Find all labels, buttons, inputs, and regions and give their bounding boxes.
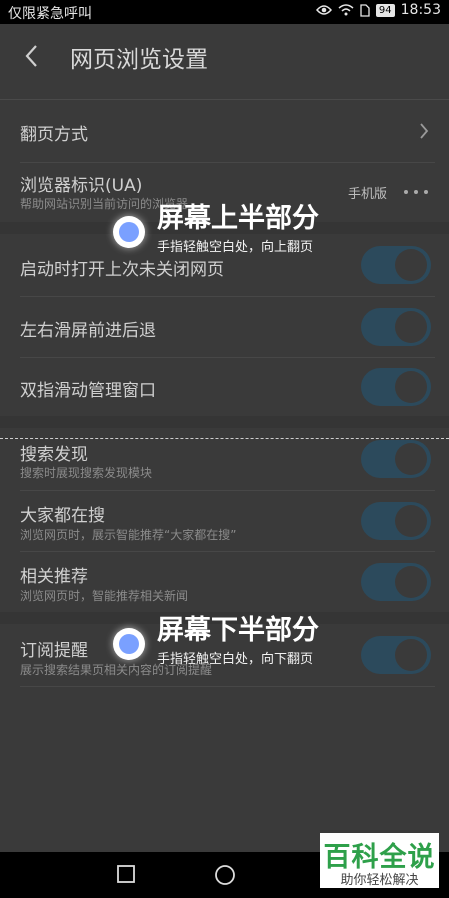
toggle-knob [395, 311, 427, 343]
section-gap [0, 416, 449, 428]
hint-subtitle: 手指轻触空白处，向上翻页 [157, 240, 314, 255]
search-discover-toggle[interactable] [361, 440, 431, 478]
setting-title: 订阅提醒 [20, 641, 88, 661]
restore-tabs-toggle[interactable] [361, 246, 431, 284]
setting-title: 翻页方式 [20, 125, 88, 145]
ua-value: 手机版 [347, 187, 387, 202]
setting-title: 启动时打开上次未关闭网页 [20, 260, 224, 280]
two-finger-toggle[interactable] [361, 368, 431, 406]
hint-title: 屏幕上半部分 [157, 203, 319, 234]
watermark-subtitle: 助你轻松解决 [340, 873, 419, 888]
tap-indicator-icon [113, 216, 145, 248]
sim-icon [360, 3, 370, 17]
hint-title: 屏幕下半部分 [157, 615, 319, 646]
toggle-knob [395, 639, 427, 671]
toggle-knob [395, 371, 427, 403]
setting-subtitle: 浏览网页时，展示智能推荐“大家都在搜” [20, 528, 237, 542]
subscribe-toggle[interactable] [361, 636, 431, 674]
wifi-icon [338, 4, 354, 16]
status-bar: 仅限紧急呼叫 94 18:53 [0, 0, 449, 24]
setting-two-finger: 双指滑动管理窗口 [0, 358, 449, 416]
toggle-knob [395, 566, 427, 598]
home-circle-icon[interactable] [214, 864, 236, 886]
setting-subtitle: 搜索时展现搜索发现模块 [20, 466, 153, 480]
setting-title: 双指滑动管理窗口 [20, 381, 156, 401]
swipe-nav-toggle[interactable] [361, 308, 431, 346]
setting-related: 相关推荐 浏览网页时，智能推荐相关新闻 [0, 552, 449, 612]
toggle-knob [395, 505, 427, 537]
carrier-text: 仅限紧急呼叫 [8, 6, 92, 22]
title-bar: 网页浏览设置 [0, 24, 449, 88]
setting-title: 搜索发现 [20, 445, 88, 465]
screen-split-line [0, 438, 449, 439]
setting-swipe-nav: 左右滑屏前进后退 [0, 297, 449, 357]
watermark-logo: 百科全说 助你轻松解决 [320, 833, 439, 888]
tap-indicator-icon [113, 628, 145, 660]
more-dots-icon[interactable] [403, 189, 429, 195]
toggle-knob [395, 249, 427, 281]
hint-subtitle: 手指轻触空白处，向下翻页 [157, 652, 314, 667]
setting-title: 左右滑屏前进后退 [20, 321, 156, 341]
setting-subtitle: 浏览网页时，智能推荐相关新闻 [20, 589, 189, 603]
setting-page-turn[interactable]: 翻页方式 [0, 100, 449, 162]
setting-title: 相关推荐 [20, 567, 88, 587]
setting-title: 浏览器标识(UA) [20, 176, 143, 196]
setting-everyone-search: 大家都在搜 浏览网页时，展示智能推荐“大家都在搜” [0, 491, 449, 551]
setting-title: 大家都在搜 [20, 506, 105, 526]
clock: 18:53 [400, 2, 441, 18]
everyone-search-toggle[interactable] [361, 502, 431, 540]
battery-icon: 94 [375, 3, 395, 17]
back-arrow-icon[interactable] [22, 42, 42, 70]
chevron-right-icon [420, 123, 429, 139]
eye-icon [315, 5, 332, 15]
toggle-knob [395, 443, 427, 475]
related-toggle[interactable] [361, 563, 431, 601]
recents-square-icon[interactable] [116, 864, 136, 884]
divider [20, 686, 435, 687]
page-title: 网页浏览设置 [70, 47, 208, 73]
